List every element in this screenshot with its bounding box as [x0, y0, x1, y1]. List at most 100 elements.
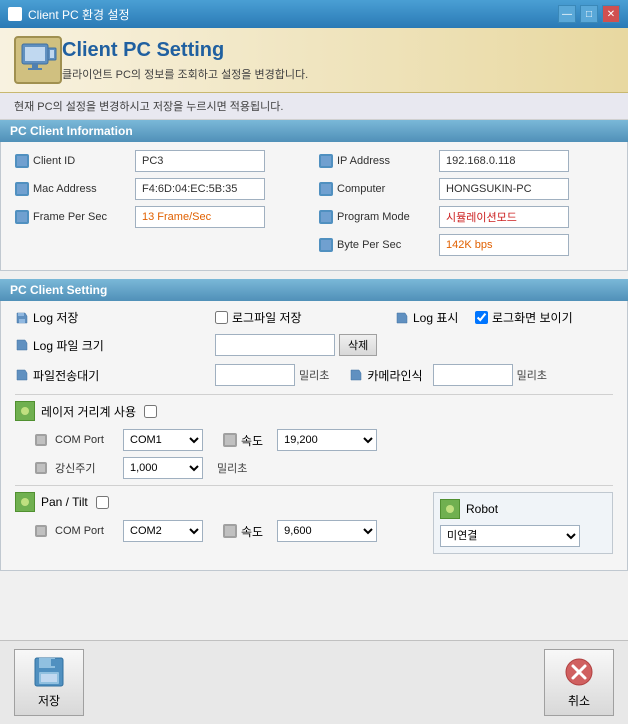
- log-file-save-checkbox[interactable]: [215, 311, 228, 324]
- laser-group: 레이저 거리계 사용: [15, 401, 157, 421]
- computer-value: HONGSUKIN-PC: [439, 178, 569, 200]
- byte-per-sec-row: Byte Per Sec 142K bps: [319, 234, 613, 256]
- log-screen-checkbox[interactable]: [475, 311, 488, 324]
- main-container: PC Client Information Client ID PC3: [0, 120, 628, 676]
- com-port-icon: [35, 434, 47, 446]
- cancel-button[interactable]: 취소: [544, 649, 614, 716]
- info-section-content: Client ID PC3 Mac Address F4:6D:04:EC:5B…: [0, 142, 628, 271]
- speed-icon: [223, 433, 237, 447]
- computer-icon: [319, 182, 333, 196]
- log-save-icon: [15, 311, 29, 325]
- file-transfer-unit: 밀리초: [299, 367, 329, 383]
- title-bar-icon: [8, 7, 22, 21]
- log-file-save-label: 로그파일 저장: [232, 309, 302, 326]
- program-mode-label: Program Mode: [319, 210, 439, 224]
- log-file-size-icon: [15, 338, 29, 352]
- log-file-size-input[interactable]: 0 Byte: [215, 334, 335, 356]
- robot-status-select[interactable]: 미연결 연결됨: [440, 525, 580, 547]
- client-id-icon: [15, 154, 29, 168]
- camera-input[interactable]: 5000: [433, 364, 513, 386]
- cancel-icon: [563, 656, 595, 688]
- description-text: 현재 PC의 설정을 변경하시고 저장을 누르시면 적용됩니다.: [14, 101, 283, 113]
- setting-section-header: PC Client Setting: [0, 279, 628, 301]
- header-title: Client PC Setting: [62, 39, 308, 62]
- com-port-row: COM Port COM1 COM2 COM3 COM4 속도 9,600 19…: [15, 429, 613, 451]
- maximize-button[interactable]: □: [580, 5, 598, 23]
- ip-icon: [319, 154, 333, 168]
- save-icon: [33, 656, 65, 688]
- app-header: Client PC Setting 클라이언트 PC의 정보를 조회하고 설정을…: [0, 28, 628, 93]
- pan-com-select[interactable]: COM1 COM2 COM3 COM4: [123, 520, 203, 542]
- file-transfer-input[interactable]: 30000: [215, 364, 295, 386]
- info-left-col: Client ID PC3 Mac Address F4:6D:04:EC:5B…: [15, 150, 309, 262]
- info-section-header: PC Client Information: [0, 120, 628, 142]
- log-file-save-group: 로그파일 저장: [215, 309, 395, 326]
- pan-tilt-group: Pan / Tilt COM Port COM1 COM2: [15, 492, 433, 548]
- speed-select[interactable]: 9,600 19,200 38,400 57,600 115,200: [277, 429, 377, 451]
- log-file-size-row: Log 파일 크기 0 Byte 삭제: [15, 334, 613, 356]
- log-save-group: Log 저장: [15, 309, 215, 326]
- minimize-button[interactable]: —: [558, 5, 576, 23]
- log-screen-group: 로그화면 보이기: [475, 309, 573, 326]
- com-port-select[interactable]: COM1 COM2 COM3 COM4: [123, 429, 203, 451]
- laser-row: 레이저 거리계 사용: [15, 401, 613, 421]
- pan-tilt-header: Pan / Tilt: [15, 492, 433, 512]
- file-transfer-group: 파일전송대기: [15, 367, 215, 384]
- pan-tilt-robot-row: Pan / Tilt COM Port COM1 COM2: [15, 492, 613, 554]
- bottom-bar: 저장 취소: [0, 640, 628, 724]
- log-screen-label: 로그화면 보이기: [492, 309, 573, 326]
- delete-button[interactable]: 삭제: [339, 334, 377, 356]
- log-display-group: Log 표시: [395, 309, 475, 326]
- camera-group: 카메라인식: [349, 367, 428, 384]
- setting-section-content: Log 저장 로그파일 저장 Log 표시 로그화면 보이기: [0, 301, 628, 571]
- byte-per-sec-value: 142K bps: [439, 234, 569, 256]
- log-file-size-group: Log 파일 크기: [15, 337, 215, 354]
- mac-address-label: Mac Address: [15, 182, 135, 196]
- robot-header: Robot: [440, 499, 606, 519]
- client-id-value: PC3: [135, 150, 265, 172]
- client-id-label: Client ID: [15, 154, 135, 168]
- pan-speed-group: 속도: [223, 523, 269, 540]
- computer-label: Computer: [319, 182, 439, 196]
- info-right-col: IP Address 192.168.0.118 Computer HONGSU…: [319, 150, 613, 262]
- laser-checkbox[interactable]: [144, 405, 157, 418]
- log-display-icon: [395, 311, 409, 325]
- speed-group: 속도: [223, 432, 269, 449]
- divider-1: [15, 394, 613, 395]
- frame-per-sec-label: Frame Per Sec: [15, 210, 135, 224]
- mode-icon: [319, 210, 333, 224]
- frame-icon: [15, 210, 29, 224]
- frame-per-sec-row: Frame Per Sec 13 Frame/Sec: [15, 206, 309, 228]
- program-mode-value: 시뮬레이션모드: [439, 206, 569, 228]
- header-text: Client PC Setting 클라이언트 PC의 정보를 조회하고 설정을…: [62, 39, 308, 82]
- refresh-row: 강신주기 1,000 500 2,000 밀리초: [15, 457, 613, 479]
- refresh-select[interactable]: 1,000 500 2,000: [123, 457, 203, 479]
- close-button[interactable]: ✕: [602, 5, 620, 23]
- byte-per-sec-label: Byte Per Sec: [319, 238, 439, 252]
- pan-speed-select[interactable]: 9,600 19,200 38,400 57,600 115,200: [277, 520, 377, 542]
- mac-icon: [15, 182, 29, 196]
- camera-unit: 밀리초: [517, 367, 547, 383]
- ip-address-label: IP Address: [319, 154, 439, 168]
- camera-icon: [349, 368, 363, 382]
- refresh-label: 강신주기: [35, 460, 115, 476]
- divider-2: [15, 485, 613, 486]
- window-title: Client PC 환경 설정: [28, 6, 130, 23]
- computer-row: Computer HONGSUKIN-PC: [319, 178, 613, 200]
- pan-com-icon: [35, 525, 47, 537]
- pan-com-row: COM Port COM1 COM2 COM3 COM4 속도: [15, 520, 433, 542]
- robot-icon: [440, 499, 460, 519]
- description-bar: 현재 PC의 설정을 변경하시고 저장을 누르시면 적용됩니다.: [0, 93, 628, 120]
- pan-tilt-checkbox[interactable]: [96, 496, 109, 509]
- pan-speed-icon: [223, 524, 237, 538]
- pan-tilt-icon: [15, 492, 35, 512]
- client-id-row: Client ID PC3: [15, 150, 309, 172]
- header-subtitle: 클라이언트 PC의 정보를 조회하고 설정을 변경합니다.: [62, 66, 308, 82]
- save-label: 저장: [38, 692, 60, 709]
- save-button[interactable]: 저장: [14, 649, 84, 716]
- ip-address-value: 192.168.0.118: [439, 150, 569, 172]
- refresh-unit: 밀리초: [217, 460, 247, 476]
- laser-icon: [15, 401, 35, 421]
- file-transfer-icon: [15, 368, 29, 382]
- mac-address-value: F4:6D:04:EC:5B:35: [135, 178, 265, 200]
